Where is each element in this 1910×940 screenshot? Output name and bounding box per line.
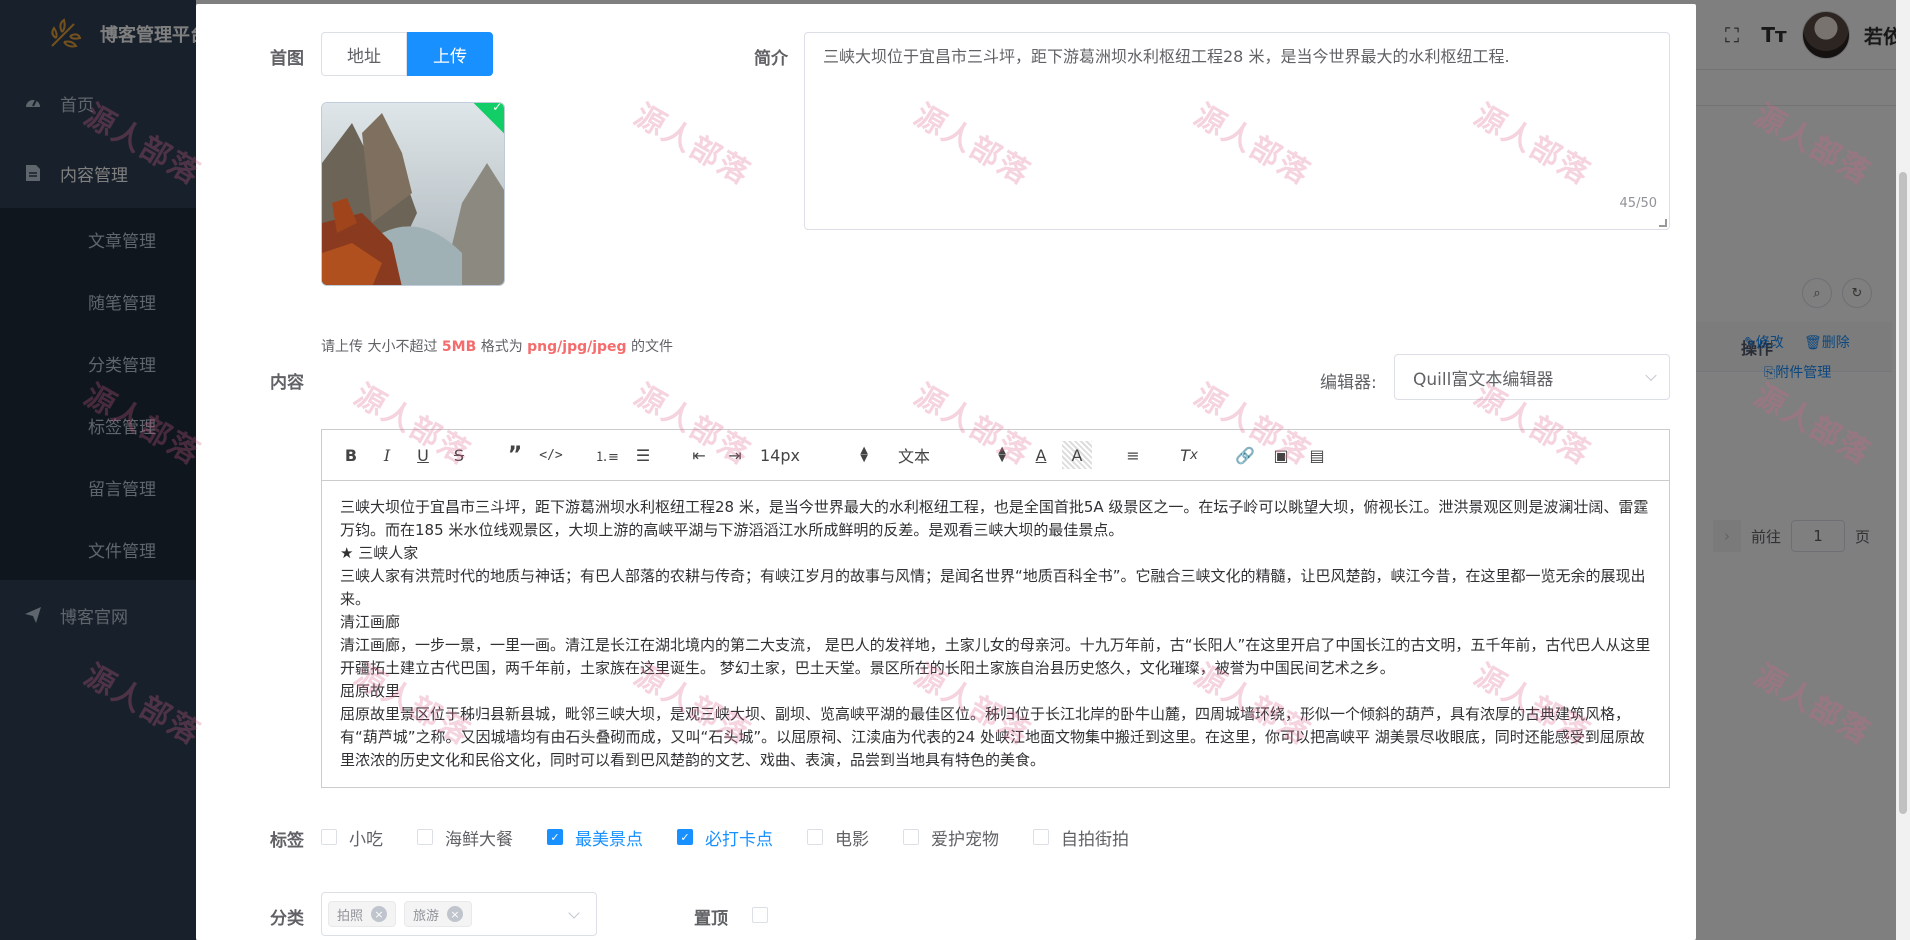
pin-checkbox[interactable] bbox=[752, 907, 768, 923]
editor-paragraph: 三峡人家有洪荒时代的地质与神话；有巴人部落的农耕与传奇；有峡江岁月的故事与风情；… bbox=[340, 567, 1646, 608]
header-picker[interactable]: 文本 ▲ ▼ bbox=[898, 441, 1006, 469]
checkbox[interactable] bbox=[807, 829, 823, 845]
tag-label: 电影 bbox=[835, 829, 869, 850]
bold-icon[interactable]: B bbox=[336, 441, 366, 469]
page-scrollbar[interactable] bbox=[1896, 0, 1910, 940]
align-icon[interactable]: ≡ bbox=[1118, 441, 1148, 469]
checkbox[interactable]: ✓ bbox=[677, 829, 693, 845]
summary-value: 三峡大坝位于宜昌市三斗坪，距下游葛洲坝水利枢纽工程28 米，是当今世界最大的水利… bbox=[823, 47, 1510, 66]
chevron-down-icon bbox=[1645, 369, 1657, 382]
category-chip: 旅游 × bbox=[404, 901, 473, 927]
image-icon[interactable]: ▣ bbox=[1266, 441, 1296, 469]
upload-tip: 请上传 大小不超过 5MB 格式为 png/jpg/jpeg 的文件 bbox=[321, 336, 673, 356]
outdent-icon[interactable]: ⇤ bbox=[684, 441, 714, 469]
checkbox[interactable] bbox=[321, 829, 337, 845]
content-label: 内容 bbox=[270, 373, 304, 393]
article-edit-dialog: 首图 地址 上传 ✓ 请上传 大小不超过 5MB 格式为 png/jpg/jpe… bbox=[196, 4, 1696, 940]
clear-format-icon[interactable]: Tx bbox=[1174, 441, 1204, 469]
link-icon[interactable]: 🔗 bbox=[1230, 441, 1260, 469]
editor-type-label: 编辑器: bbox=[1320, 373, 1377, 393]
indent-icon[interactable]: ⇥ bbox=[720, 441, 750, 469]
summary-label: 简介 bbox=[754, 49, 788, 69]
close-icon[interactable]: × bbox=[447, 906, 464, 922]
tag-label: 最美景点 bbox=[575, 829, 643, 850]
editor-paragraph: 三峡大坝位于宜昌市三斗坪，距下游葛洲坝水利枢纽工程28 米，是当今世界最大的水利… bbox=[340, 498, 1649, 539]
font-color-icon[interactable]: A bbox=[1026, 441, 1056, 469]
editor-type-select[interactable]: Quill富文本编辑器 bbox=[1394, 354, 1670, 400]
tag-label: 必打卡点 bbox=[705, 829, 773, 850]
tag-checkbox[interactable]: 电影 bbox=[807, 825, 869, 850]
tag-label: 海鲜大餐 bbox=[445, 829, 513, 850]
resize-handle[interactable] bbox=[1659, 219, 1667, 227]
editor-type-value: Quill富文本编辑器 bbox=[1413, 369, 1554, 390]
header-value: 文本 bbox=[898, 447, 931, 466]
category-multiselect[interactable]: 拍照 × 旅游 × bbox=[321, 892, 597, 936]
tag-checkbox[interactable]: 自拍街拍 bbox=[1033, 825, 1129, 850]
cover-option-url[interactable]: 地址 bbox=[321, 32, 407, 76]
updown-icon: ▲ ▼ bbox=[860, 445, 868, 464]
font-size-picker[interactable]: 14px ▲ ▼ bbox=[760, 441, 868, 469]
check-icon: ✓ bbox=[492, 102, 503, 114]
tag-label: 爱护宠物 bbox=[931, 829, 999, 850]
tags-checkbox-group: 小吃 海鲜大餐 ✓ 最美景点 ✓ 必打卡点 电影 爱护宠物 自拍街拍 bbox=[321, 824, 1163, 850]
tag-checkbox[interactable]: ✓ 必打卡点 bbox=[677, 825, 773, 850]
tag-checkbox[interactable]: 海鲜大餐 bbox=[417, 825, 513, 850]
close-icon[interactable]: × bbox=[371, 906, 388, 922]
chip-label: 拍照 bbox=[337, 908, 364, 924]
tag-label: 自拍街拍 bbox=[1061, 829, 1129, 850]
cover-option-upload[interactable]: 上传 bbox=[407, 32, 493, 76]
summary-char-count: 45/50 bbox=[1619, 196, 1657, 211]
scrollbar-thumb[interactable] bbox=[1899, 172, 1907, 814]
checkbox[interactable] bbox=[417, 829, 433, 845]
chip-label: 旅游 bbox=[413, 908, 440, 924]
italic-icon[interactable]: I bbox=[372, 441, 402, 469]
chevron-down-icon bbox=[568, 907, 580, 919]
ordered-list-icon[interactable]: ⒈≡ bbox=[592, 441, 622, 469]
category-label: 分类 bbox=[270, 909, 304, 929]
tag-checkbox[interactable]: 小吃 bbox=[321, 825, 383, 850]
font-size-value: 14px bbox=[760, 445, 800, 465]
tip-formats: png/jpg/jpeg bbox=[527, 339, 627, 355]
checkbox[interactable] bbox=[903, 829, 919, 845]
tag-label: 小吃 bbox=[349, 829, 383, 850]
code-block-icon[interactable]: </> bbox=[536, 441, 566, 469]
editor-paragraph: ★ 三峡人家 bbox=[340, 544, 419, 562]
cover-thumbnail bbox=[322, 103, 504, 285]
cover-image-upload[interactable]: ✓ bbox=[321, 102, 505, 286]
tip-text: 请上传 大小不超过 bbox=[321, 339, 442, 355]
category-chip: 拍照 × bbox=[328, 901, 397, 927]
strike-icon[interactable]: S bbox=[444, 441, 474, 469]
tag-checkbox[interactable]: ✓ 最美景点 bbox=[547, 825, 643, 850]
checkbox[interactable] bbox=[1033, 829, 1049, 845]
tip-text: 的文件 bbox=[626, 339, 674, 355]
tags-label: 标签 bbox=[270, 831, 304, 851]
checkbox[interactable]: ✓ bbox=[547, 829, 563, 845]
bullet-list-icon[interactable]: ☰ bbox=[628, 441, 658, 469]
cover-label: 首图 bbox=[270, 49, 304, 69]
summary-textarea[interactable]: 三峡大坝位于宜昌市三斗坪，距下游葛洲坝水利枢纽工程28 米，是当今世界最大的水利… bbox=[804, 32, 1670, 230]
underline-icon[interactable]: U bbox=[408, 441, 438, 469]
tip-text: 格式为 bbox=[476, 339, 528, 355]
tag-checkbox[interactable]: 爱护宠物 bbox=[903, 825, 999, 850]
editor-paragraph: 清江画廊，一步一景，一里一画。清江是长江在湖北境内的第二大支流， 是巴人的发祥地… bbox=[340, 636, 1651, 677]
blockquote-icon[interactable]: ” bbox=[500, 441, 530, 469]
editor-content[interactable]: 三峡大坝位于宜昌市三斗坪，距下游葛洲坝水利枢纽工程28 米，是当今世界最大的水利… bbox=[321, 480, 1670, 788]
editor-paragraph: 清江画廊 bbox=[340, 613, 401, 631]
updown-icon: ▲ ▼ bbox=[998, 445, 1006, 464]
tip-size: 5MB bbox=[441, 339, 477, 355]
editor-toolbar: B I U S ” </> ⒈≡ ☰ ⇤ ⇥ 14px ▲ ▼ 文本 ▲ ▼ A A… bbox=[321, 429, 1670, 480]
editor-paragraph: 屈原故里 bbox=[340, 682, 401, 700]
editor-paragraph: 屈原故里景区位于秭归县新县城，毗邻三峡大坝，是观三峡大坝、副坝、览高峡平湖的最佳… bbox=[340, 705, 1645, 769]
video-icon[interactable]: ▤ bbox=[1302, 441, 1332, 469]
cover-source-toggle: 地址 上传 bbox=[321, 32, 493, 76]
pin-label: 置顶 bbox=[694, 909, 728, 929]
background-color-icon[interactable]: A bbox=[1062, 441, 1092, 469]
